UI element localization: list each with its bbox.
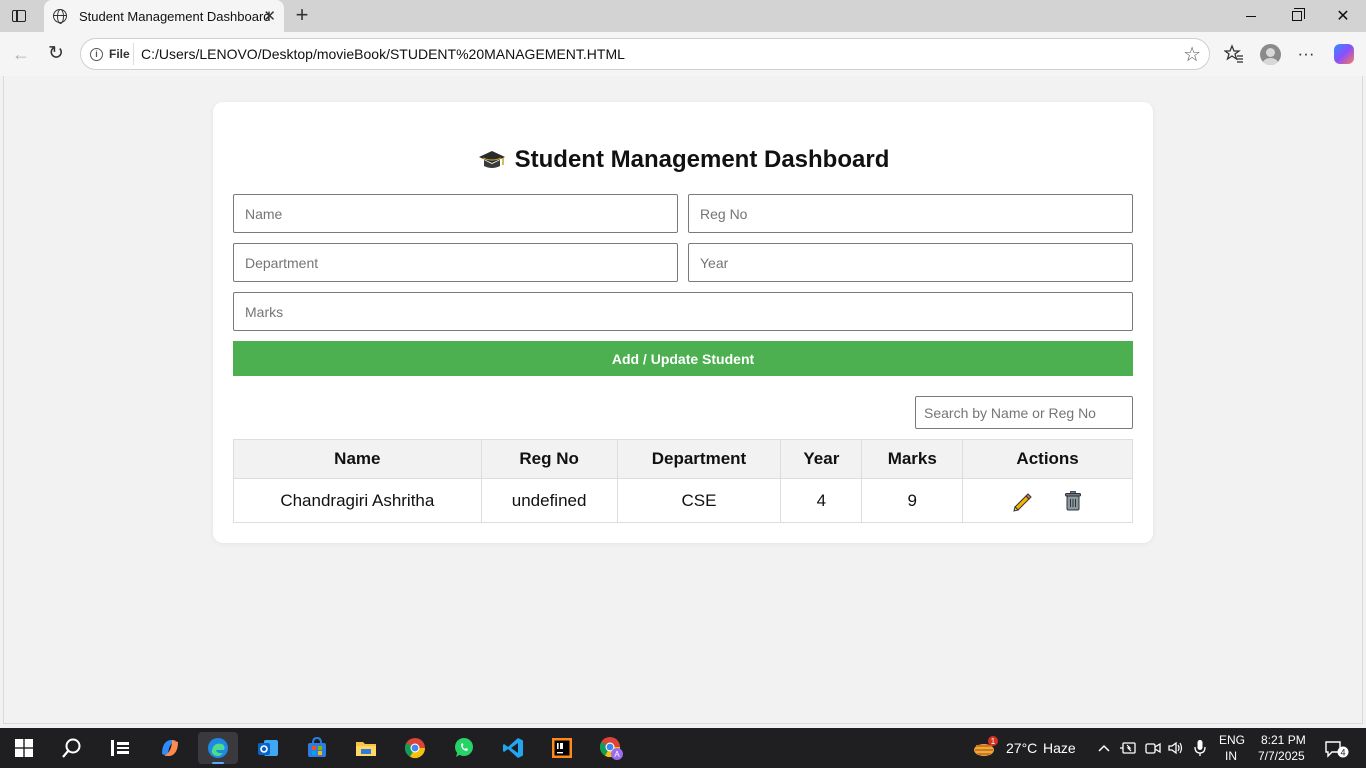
- svg-text:4: 4: [1340, 748, 1345, 758]
- weather-temperature[interactable]: 27°C: [1006, 740, 1037, 756]
- microsoft-store-icon[interactable]: [297, 732, 337, 764]
- copilot-icon[interactable]: [1330, 40, 1358, 68]
- cell-actions: [962, 478, 1133, 523]
- profile-avatar[interactable]: [1256, 40, 1284, 68]
- whatsapp-icon[interactable]: [444, 732, 484, 764]
- table-row: Chandragiri Ashritha undefined CSE 4 9: [233, 478, 1133, 523]
- more-options-icon[interactable]: ···: [1292, 40, 1320, 68]
- notification-bell-icon[interactable]: 4: [1318, 732, 1354, 764]
- language-indicator-line2[interactable]: IN: [1225, 749, 1237, 763]
- column-header-marks: Marks: [861, 439, 964, 479]
- svg-text:A: A: [614, 750, 620, 759]
- marks-input[interactable]: [233, 292, 1133, 331]
- windows-start-icon[interactable]: [4, 732, 44, 764]
- battery-icon[interactable]: [1116, 732, 1140, 764]
- address-bar-row: ← ↻ i File C:/Users/LENOVO/Desktop/movie…: [0, 32, 1366, 76]
- column-header-department: Department: [616, 439, 782, 479]
- students-table: Name Reg No Department Year Marks Action…: [233, 439, 1133, 523]
- address-bar[interactable]: i File C:/Users/LENOVO/Desktop/movieBook…: [80, 38, 1210, 70]
- favorites-icon[interactable]: [1220, 40, 1248, 68]
- svg-text:1: 1: [991, 737, 996, 746]
- restore-button[interactable]: [1274, 0, 1320, 32]
- column-header-reg-no: Reg No: [480, 439, 618, 479]
- page-title: Student Management Dashboard: [213, 146, 1153, 174]
- outlook-icon[interactable]: [248, 732, 288, 764]
- new-tab-button[interactable]: +: [290, 3, 314, 29]
- tab-title: Student Management Dashboard: [79, 8, 271, 24]
- tab-close-icon[interactable]: ✕: [263, 7, 276, 25]
- department-input[interactable]: [233, 243, 678, 282]
- dashboard-card: Student Management Dashboard Add / Updat…: [213, 102, 1153, 543]
- reload-button[interactable]: ↻: [43, 41, 69, 67]
- browser-tab-bar: Student Management Dashboard ✕ + ✕: [0, 0, 1366, 32]
- edge-browser-icon[interactable]: [198, 732, 238, 764]
- minimize-button[interactable]: [1228, 0, 1274, 32]
- cell-department: CSE: [616, 478, 782, 523]
- chrome-profile-icon[interactable]: A: [591, 732, 631, 764]
- add-update-student-button[interactable]: Add / Update Student: [233, 341, 1133, 376]
- weather-description[interactable]: Haze: [1043, 740, 1076, 756]
- window-close-button[interactable]: ✕: [1320, 0, 1366, 32]
- page-title-text: Student Management Dashboard: [514, 146, 890, 173]
- reg-no-input[interactable]: [688, 194, 1133, 233]
- search-icon[interactable]: [52, 732, 92, 764]
- address-separator: [133, 43, 134, 65]
- year-input[interactable]: [688, 243, 1133, 282]
- column-header-actions: Actions: [962, 439, 1133, 479]
- show-hidden-icons-chevron-icon[interactable]: [1092, 732, 1116, 764]
- cell-name: Chandragiri Ashritha: [233, 478, 482, 523]
- back-button[interactable]: ←: [8, 41, 34, 67]
- column-header-name: Name: [233, 439, 482, 479]
- graduation-cap-icon: [478, 151, 505, 168]
- intellij-icon[interactable]: [542, 732, 582, 764]
- language-indicator-line1[interactable]: ENG: [1219, 733, 1245, 747]
- volume-icon[interactable]: [1164, 732, 1188, 764]
- column-header-year: Year: [780, 439, 863, 479]
- weather-icon[interactable]: 1: [966, 732, 1002, 764]
- task-view-icon[interactable]: [100, 732, 140, 764]
- cell-reg-no: undefined: [480, 478, 618, 523]
- edit-pencil-icon[interactable]: [1011, 490, 1033, 512]
- url-text[interactable]: C:/Users/LENOVO/Desktop/movieBook/STUDEN…: [141, 46, 625, 62]
- delete-trash-icon[interactable]: [1062, 490, 1084, 512]
- camera-icon[interactable]: [1141, 732, 1165, 764]
- table-header-row: Name Reg No Department Year Marks Action…: [233, 439, 1133, 479]
- clock-time[interactable]: 8:21 PM: [1261, 733, 1306, 747]
- microphone-icon[interactable]: [1188, 732, 1212, 764]
- windows-taskbar: A 1 27°C Haze ENG IN 8:21 PM 7/7/2025 4: [0, 728, 1366, 768]
- scheme-label: File: [109, 47, 130, 61]
- chrome-icon[interactable]: [395, 732, 435, 764]
- file-explorer-icon[interactable]: [346, 732, 386, 764]
- tab-actions-icon[interactable]: [4, 3, 34, 29]
- globe-icon: [53, 9, 67, 24]
- name-input[interactable]: [233, 194, 678, 233]
- copilot-app-icon[interactable]: [150, 732, 190, 764]
- browser-tab-active[interactable]: Student Management Dashboard ✕: [44, 0, 284, 32]
- cell-marks: 9: [861, 478, 964, 523]
- clock-date[interactable]: 7/7/2025: [1258, 749, 1305, 763]
- site-info-icon[interactable]: i: [90, 48, 103, 61]
- vscode-icon[interactable]: [493, 732, 533, 764]
- search-input[interactable]: [915, 396, 1133, 429]
- favorite-star-icon[interactable]: ☆: [1183, 42, 1201, 67]
- cell-year: 4: [780, 478, 863, 523]
